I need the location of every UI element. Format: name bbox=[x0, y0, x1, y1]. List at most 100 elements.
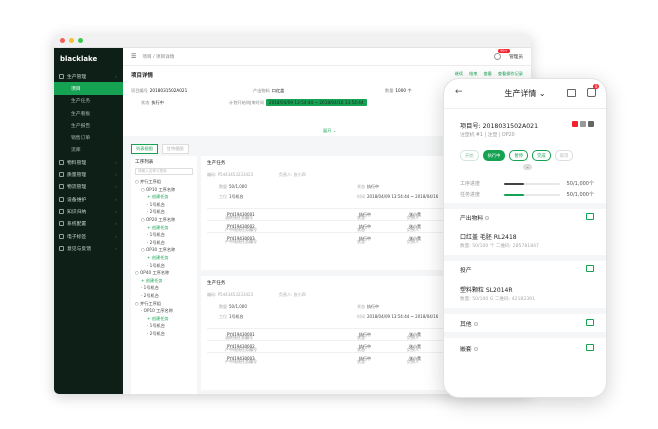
finish-button[interactable]: 结束 bbox=[469, 71, 477, 77]
row-task-no: 产中线线任务编号 PY419430003 bbox=[225, 356, 257, 364]
create-task-link[interactable]: + 创建任务 bbox=[135, 193, 193, 201]
tree-node[interactable]: ○ 并行工序组 bbox=[135, 178, 193, 186]
back-arrow-icon[interactable]: ← bbox=[455, 87, 463, 97]
tree-node[interactable]: · 2号机台 bbox=[135, 292, 193, 300]
tree-node[interactable]: ○ 并行工序组 bbox=[135, 300, 193, 308]
tree-node[interactable]: ○ OP30 工序名称 bbox=[135, 246, 193, 254]
view-tabs: 列表视图 甘特视图 bbox=[131, 144, 189, 154]
step-pause[interactable]: 暂停 bbox=[509, 150, 529, 161]
task-station: 工位 1号机台 bbox=[219, 314, 244, 319]
tree-node[interactable]: · 2号机台 bbox=[135, 330, 193, 338]
view-log-button[interactable]: 查看操作记录 bbox=[498, 71, 523, 77]
message-icon[interactable] bbox=[587, 88, 596, 97]
row-status: 状态 执行中 bbox=[357, 356, 371, 364]
task-status: 状态 执行中 bbox=[357, 304, 379, 309]
sidebar-item[interactable]: 生产报告 bbox=[54, 119, 123, 131]
sidebar-item[interactable]: 销售订单 bbox=[54, 131, 123, 143]
minimize-dot-icon[interactable] bbox=[69, 38, 74, 43]
tree-node[interactable]: · 1号机台 bbox=[135, 322, 193, 330]
nav-icon bbox=[59, 245, 64, 251]
chevron-icon: › bbox=[115, 208, 117, 214]
sidebar-item[interactable]: 生产管理 › bbox=[54, 70, 123, 82]
divider bbox=[444, 308, 606, 314]
create-task-link[interactable]: + 创建任务 bbox=[135, 254, 193, 262]
scan-icon[interactable] bbox=[586, 319, 594, 326]
sidebar-item[interactable]: 电子标签 › bbox=[54, 230, 123, 242]
tab-list-view[interactable]: 列表视图 bbox=[131, 144, 158, 154]
sidebar-item[interactable]: 物流管理 › bbox=[54, 181, 123, 193]
chevron-icon: › bbox=[115, 221, 117, 227]
task-owner: 负责人: 张小四 bbox=[279, 172, 306, 177]
step-running[interactable]: 执行中 bbox=[482, 150, 506, 161]
tree-node-label: 2号机台 bbox=[149, 239, 165, 245]
expand-link[interactable]: 展开 ⌄ bbox=[323, 128, 336, 134]
tree-node[interactable]: ○ OP20 工序名称 bbox=[135, 216, 193, 224]
sidebar-item[interactable]: 物料管理 › bbox=[54, 156, 123, 168]
step-complete[interactable]: 完成 bbox=[532, 150, 551, 161]
product-field: 产出物料 口红盖 bbox=[253, 88, 285, 93]
nav-icon bbox=[59, 208, 64, 214]
create-task-link[interactable]: + 创建任务 bbox=[135, 224, 193, 232]
status-steps: 开始 执行中 暂停 完成 取消 bbox=[460, 150, 574, 161]
nested-section: 嵌套 bbox=[460, 344, 594, 354]
tree-node[interactable]: · 2号机台 bbox=[135, 239, 193, 247]
nav-icon bbox=[59, 159, 64, 165]
tree-node-label: OP10 工序名称 bbox=[146, 186, 176, 192]
tag-dark-icon bbox=[588, 121, 594, 127]
tree-title: 工序列表 bbox=[135, 160, 154, 165]
tab-gantt-view[interactable]: 甘特视图 bbox=[161, 144, 189, 154]
sidebar-item[interactable]: 流库 bbox=[54, 144, 123, 156]
tree-node-label: 并行工序组 bbox=[140, 300, 161, 306]
tree-node[interactable]: · 1号机台 bbox=[135, 231, 193, 239]
scan-icon[interactable] bbox=[586, 265, 594, 272]
scan-icon[interactable] bbox=[586, 344, 594, 351]
tree-node[interactable]: ○ OP10 工序名称 bbox=[135, 186, 193, 194]
sidebar-item[interactable]: 设备维护 › bbox=[54, 193, 123, 205]
view-button[interactable]: 查看 bbox=[483, 71, 491, 77]
tree-node[interactable]: · OP10 工序名称 bbox=[135, 307, 193, 315]
maximize-dot-icon[interactable] bbox=[78, 38, 83, 43]
output-material-section: 产出物料 bbox=[460, 213, 594, 223]
tree-node-label: OP30 工序名称 bbox=[146, 247, 176, 253]
scan-icon[interactable] bbox=[586, 213, 594, 220]
sidebar-item[interactable]: 知识归纳 › bbox=[54, 205, 123, 217]
tree-node-label: OP20 工序名称 bbox=[146, 216, 176, 222]
other-section: 其他 bbox=[460, 319, 594, 329]
chevron-icon: › bbox=[115, 172, 117, 178]
user-name[interactable]: 管理员 bbox=[509, 54, 523, 60]
notification-badge: 99+ bbox=[498, 49, 510, 53]
sidebar-item[interactable]: 生产看板 bbox=[54, 107, 123, 119]
collapse-arrow-icon[interactable]: ⌄ bbox=[523, 164, 532, 170]
tree-node-label: 并行工序组 bbox=[140, 179, 161, 184]
sidebar-item[interactable]: 项目 bbox=[54, 82, 123, 95]
row-status: 状态 执行中 bbox=[357, 344, 371, 352]
tree-node[interactable]: · 1号机台 bbox=[135, 201, 193, 209]
tree-node[interactable]: · 1号机台 bbox=[135, 284, 193, 292]
sidebar-item[interactable]: 意见与反馈 › bbox=[54, 242, 123, 254]
row-owner: 负责人 张小黑 bbox=[407, 356, 421, 364]
continue-button[interactable]: 继续 bbox=[455, 71, 463, 77]
tag-red-icon bbox=[572, 121, 578, 127]
close-dot-icon[interactable] bbox=[60, 38, 65, 43]
mobile-subtitle: 注塑机 #1 | 注塑 | OP20 bbox=[460, 133, 515, 138]
sidebar-item[interactable]: 系统配置 › bbox=[54, 218, 123, 230]
tree-node[interactable]: · 2号机台 bbox=[135, 208, 193, 216]
bell-icon[interactable]: 99+ bbox=[494, 49, 510, 60]
row-owner: 负责人 张小黑 bbox=[407, 332, 421, 340]
sidebar-item[interactable]: 生产任务 bbox=[54, 95, 123, 107]
input-material-meta: 数量: 50/100 G 二维码: 42182391 bbox=[460, 297, 536, 302]
sidebar-item[interactable]: 质量管理 › bbox=[54, 168, 123, 180]
window-titlebar bbox=[54, 34, 531, 48]
create-task-link[interactable]: + 创建任务 bbox=[135, 315, 193, 323]
chevron-icon: › bbox=[115, 184, 117, 190]
create-task-link[interactable]: + 创建任务 bbox=[135, 277, 193, 285]
list-icon[interactable] bbox=[567, 89, 576, 97]
step-cancel[interactable]: 取消 bbox=[554, 150, 574, 161]
tree-node[interactable]: ○ OP40 工序名称 bbox=[135, 269, 193, 277]
menu-icon[interactable]: ☰ bbox=[131, 53, 136, 60]
chevron-icon: › bbox=[115, 196, 117, 202]
step-start[interactable]: 开始 bbox=[460, 150, 479, 161]
tree-node[interactable]: · 1号机台 bbox=[135, 262, 193, 270]
tree-search-input[interactable]: 请输入名称与搜索 bbox=[135, 168, 193, 175]
row-task-no: 流转线任务编号 PY419430001 bbox=[225, 212, 255, 220]
